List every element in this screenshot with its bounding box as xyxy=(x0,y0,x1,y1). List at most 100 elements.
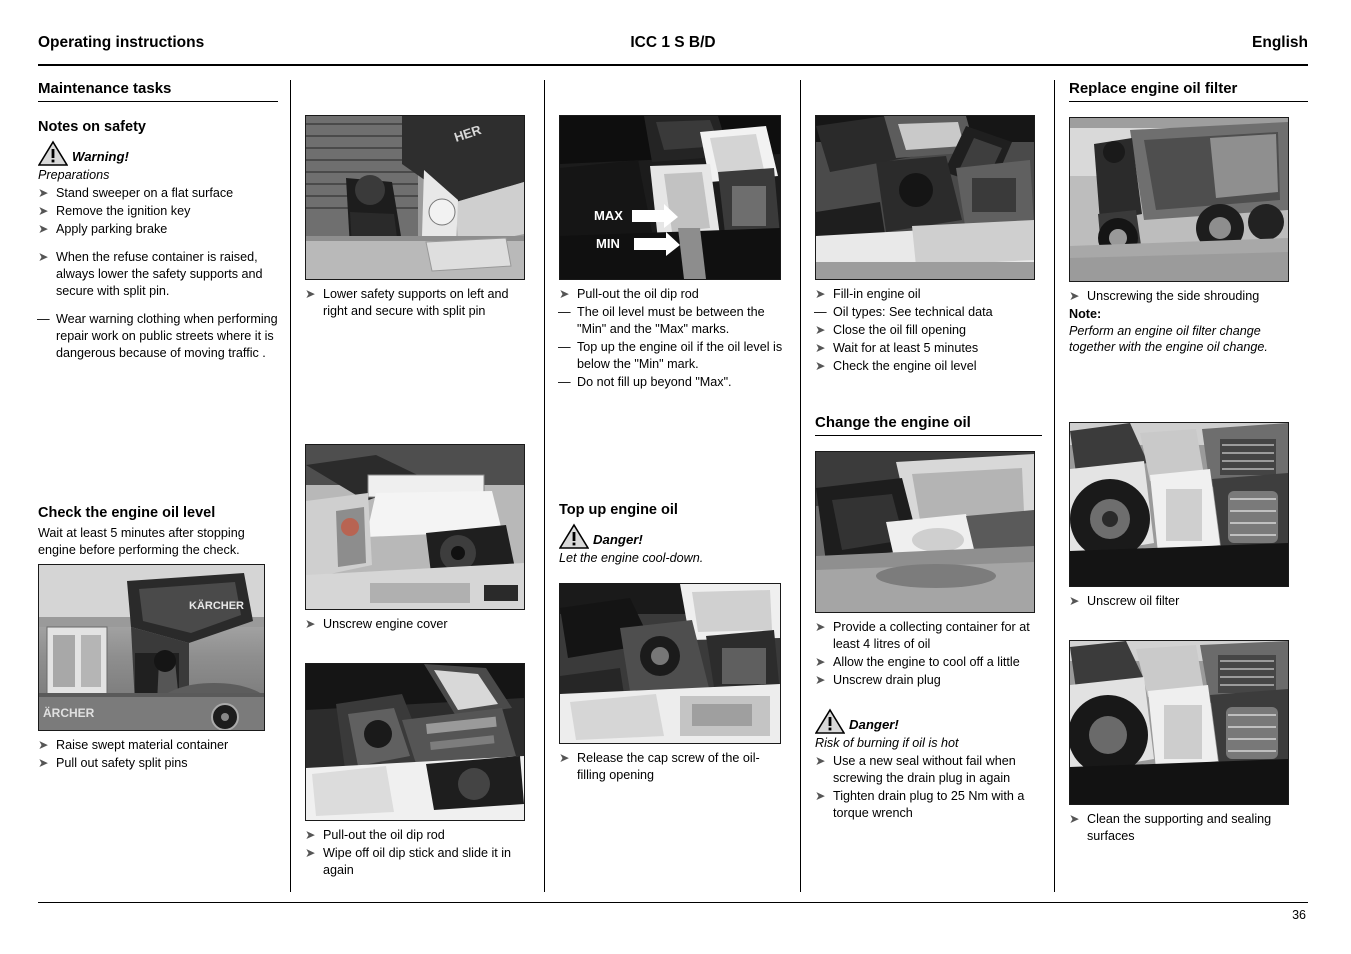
top-up-engine-oil-heading: Top up engine oil xyxy=(559,502,678,518)
svg-text:MAX: MAX xyxy=(594,208,623,223)
col2-caption-2-list: ➤ Unscrew engine cover xyxy=(305,616,532,633)
step-text: Unscrewing the side shrouding xyxy=(1087,289,1260,304)
column-1: Maintenance tasks Notes on safety Warnin… xyxy=(37,80,290,892)
arrow-bullet-icon: ➤ xyxy=(305,287,316,301)
step-text: The oil level must be between the "Min" … xyxy=(577,305,765,336)
dash-bullet-icon: — xyxy=(814,305,827,319)
step-text: Wait for at least 5 minutes xyxy=(833,341,979,355)
danger-label: Danger! xyxy=(849,717,899,733)
page-footer: 36 xyxy=(38,902,1308,939)
list-item: ➤ Pull out safety split pins xyxy=(38,755,278,772)
danger-steps-list: ➤ Use a new seal without fail when screwi… xyxy=(815,753,1042,822)
dash-bullet-icon: — xyxy=(558,375,571,389)
list-item: ➤ Lower safety supports on left and right… xyxy=(305,286,532,320)
list-item: ➤ Tighten drain plug to 25 Nm with a torq… xyxy=(815,788,1042,822)
list-item: — Oil types: See technical data xyxy=(814,304,1042,321)
step-text: Allow the engine to cool off a little xyxy=(833,655,1020,670)
list-item: ➤ Apply parking brake xyxy=(38,221,278,238)
check-oil-body-text: Wait at least 5 minutes after stopping e… xyxy=(38,526,245,557)
step-text: Apply parking brake xyxy=(56,221,168,236)
list-item: ➤ Check the engine oil level xyxy=(815,358,1042,375)
warning-callout: Warning! xyxy=(38,140,278,166)
header-model-title: ICC 1 S B/D xyxy=(630,34,716,51)
photo-cap-screw-oil-filling xyxy=(559,583,781,745)
dash-bullet-icon: — xyxy=(37,311,50,326)
photo-unscrew-oil-filter xyxy=(1069,422,1289,588)
svg-text:KÄRCHER: KÄRCHER xyxy=(189,599,244,612)
warning-triangle-icon xyxy=(559,523,589,549)
list-item: ➤ Allow the engine to cool off a little xyxy=(815,654,1042,671)
svg-text:ÄRCHER: ÄRCHER xyxy=(43,705,95,720)
arrow-bullet-icon: ➤ xyxy=(559,287,570,301)
photo-dipstick-min-max: MAX MIN xyxy=(559,115,781,280)
arrow-bullet-icon: ➤ xyxy=(38,203,49,218)
list-item: ➤ Unscrew drain plug xyxy=(815,672,1042,689)
col2-caption-3-list: ➤ Pull-out the oil dip rod ➤ Wipe off oil … xyxy=(305,827,532,879)
column-5: Replace engine oil filter ➤ Unscrewing t… xyxy=(1054,80,1308,892)
list-item: ➤ Unscrew oil filter xyxy=(1069,593,1308,610)
arrow-bullet-icon: ➤ xyxy=(815,341,826,355)
danger-callout-col4: Danger! xyxy=(815,708,1042,735)
step-text: Wipe off oil dip stick and slide it in a… xyxy=(323,846,512,877)
step-text: Tighten drain plug to 25 Nm with a torqu… xyxy=(833,788,1025,820)
arrow-bullet-icon: ➤ xyxy=(38,221,49,236)
step-text: Top up the engine oil if the oil level i… xyxy=(577,340,783,371)
step-text: Do not fill up beyond "Max". xyxy=(577,375,732,389)
list-item: ➤ Provide a collecting container for at l… xyxy=(815,619,1042,653)
arrow-bullet-icon: ➤ xyxy=(1069,289,1080,304)
list-item: ➤ Raise swept material container xyxy=(38,737,278,754)
arrow-bullet-icon: ➤ xyxy=(815,287,826,301)
arrow-bullet-icon: ➤ xyxy=(38,185,49,200)
arrow-bullet-icon: ➤ xyxy=(815,753,826,768)
danger-callout-col3: Danger! xyxy=(559,523,788,549)
photo-clean-sealing-surfaces xyxy=(1069,640,1289,806)
list-item: — Top up the engine oil if the oil level … xyxy=(558,339,788,373)
step-text: Use a new seal without fail when screwin… xyxy=(833,753,1016,785)
step-text: Pull-out the oil dip rod xyxy=(323,828,445,842)
column-3: MAX MIN ➤ Pull-out the oil dip rod — The o… xyxy=(544,80,800,892)
list-item: ➤ Pull-out the oil dip rod xyxy=(559,286,788,303)
list-item: — Do not fill up beyond "Max". xyxy=(558,374,788,391)
step-text: Unscrew oil filter xyxy=(1087,594,1180,609)
preparation-steps-list: ➤ Stand sweeper on a flat surface ➤ Remove… xyxy=(38,185,278,238)
col5-caption-1-list: ➤ Unscrewing the side shrouding xyxy=(1069,288,1308,305)
arrow-bullet-icon: ➤ xyxy=(815,673,826,688)
step-text: Pull out safety split pins xyxy=(56,756,188,771)
col5-caption-2-list: ➤ Unscrew oil filter xyxy=(1069,593,1308,610)
step-text: Provide a collecting container for at le… xyxy=(833,620,1030,652)
photo-side-shrouding xyxy=(1069,117,1289,283)
list-item: — The oil level must be between the "Min"… xyxy=(558,304,788,338)
arrow-bullet-icon: ➤ xyxy=(38,738,49,753)
step-text: Raise swept material container xyxy=(56,738,229,753)
step-text: Unscrew engine cover xyxy=(323,617,448,631)
step-text: Oil types: See technical data xyxy=(833,305,993,319)
list-item: ➤ Close the oil fill opening xyxy=(815,322,1042,339)
warning-triangle-icon xyxy=(815,708,845,735)
list-item: ➤ Fill-in engine oil xyxy=(815,286,1042,303)
list-item: ➤ Release the cap screw of the oil-fillin… xyxy=(559,750,788,784)
arrow-bullet-icon: ➤ xyxy=(305,828,316,842)
photo-raise-container: KÄRCHER ÄRCHER xyxy=(38,564,265,732)
photo-unscrew-engine-cover xyxy=(305,444,525,610)
danger-label: Danger! xyxy=(593,531,643,547)
step-text: Remove the ignition key xyxy=(56,203,191,218)
col3-caption-last-list: ➤ Release the cap screw of the oil-fillin… xyxy=(559,750,788,784)
fill-steps-list: ➤ Fill-in engine oil — Oil types: See tech… xyxy=(814,286,1042,375)
check-engine-oil-level-heading: Check the engine oil level xyxy=(38,504,216,521)
arrow-bullet-icon: ➤ xyxy=(38,249,49,264)
list-item: ➤ Unscrew engine cover xyxy=(305,616,532,633)
list-item: ➤ Clean the supporting and sealing surfac… xyxy=(1069,811,1308,845)
step-text: Fill-in engine oil xyxy=(833,287,921,301)
step-text: Release the cap screw of the oil-filling… xyxy=(577,751,760,783)
change-steps-list: ➤ Provide a collecting container for at l… xyxy=(815,619,1042,689)
header-language: English xyxy=(1252,34,1308,51)
list-item: ➤ Wipe off oil dip stick and slide it in … xyxy=(305,845,532,879)
arrow-bullet-icon: ➤ xyxy=(1069,812,1080,827)
container-step-list: ➤ When the refuse container is raised, al… xyxy=(38,249,278,300)
arrow-bullet-icon: ➤ xyxy=(38,756,49,771)
warning-label: Warning! xyxy=(72,148,129,164)
photo-drain-plug xyxy=(815,451,1035,614)
step-text: Lower safety supports on left and right … xyxy=(323,287,509,318)
arrow-bullet-icon: ➤ xyxy=(1069,594,1080,609)
arrow-bullet-icon: ➤ xyxy=(815,620,826,635)
